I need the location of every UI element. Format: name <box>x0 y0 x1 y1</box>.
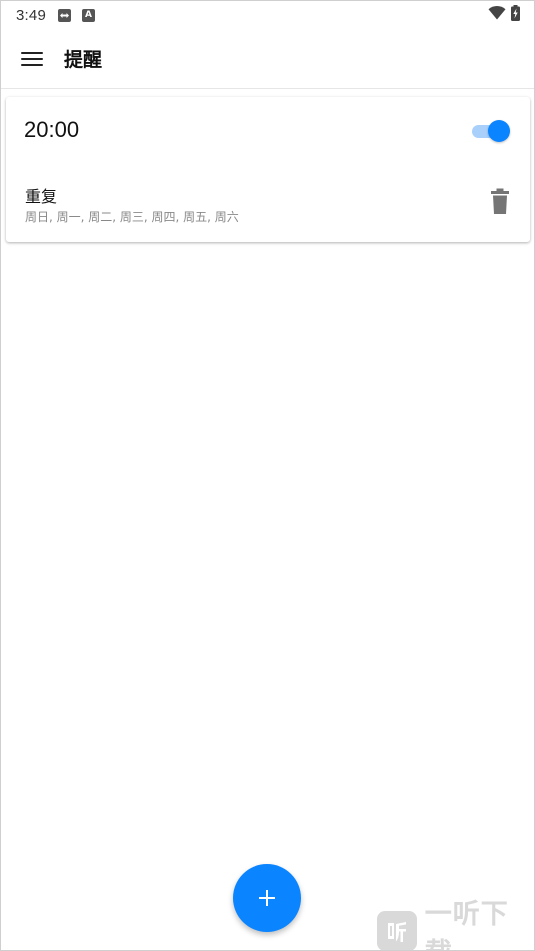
watermark: 一听下载 <box>377 899 534 950</box>
delete-button[interactable] <box>488 188 512 216</box>
status-right <box>488 5 520 25</box>
app-bar: 提醒 <box>1 29 534 89</box>
repeat-label: 重复 <box>25 187 58 206</box>
reminder-time[interactable]: 20:00 <box>24 117 79 143</box>
status-time: 3:49 <box>16 6 46 24</box>
reminder-enabled-toggle[interactable] <box>470 119 510 143</box>
toggle-thumb <box>488 120 510 142</box>
screen: 3:49 A 提醒 20:00 重复 周日, 周一, 周二, 周三, 周四, 周… <box>0 0 535 951</box>
reminder-card[interactable]: 20:00 重复 周日, 周一, 周二, 周三, 周四, 周五, 周六 <box>6 97 530 242</box>
watermark-text: 一听下载 <box>424 899 509 950</box>
hamburger-menu-icon[interactable] <box>21 50 43 68</box>
trash-icon <box>491 188 509 214</box>
add-reminder-button[interactable] <box>233 864 301 932</box>
watermark-logo-icon <box>377 911 417 950</box>
repeat-days: 周日, 周一, 周二, 周三, 周四, 周五, 周六 <box>25 210 239 224</box>
page-title: 提醒 <box>64 49 103 71</box>
battery-charging-icon <box>511 5 520 25</box>
plus-icon <box>259 890 275 906</box>
link-notification-icon <box>58 8 71 22</box>
wifi-icon <box>488 6 506 24</box>
a-notification-icon: A <box>82 8 95 22</box>
status-bar: 3:49 A <box>1 1 534 29</box>
